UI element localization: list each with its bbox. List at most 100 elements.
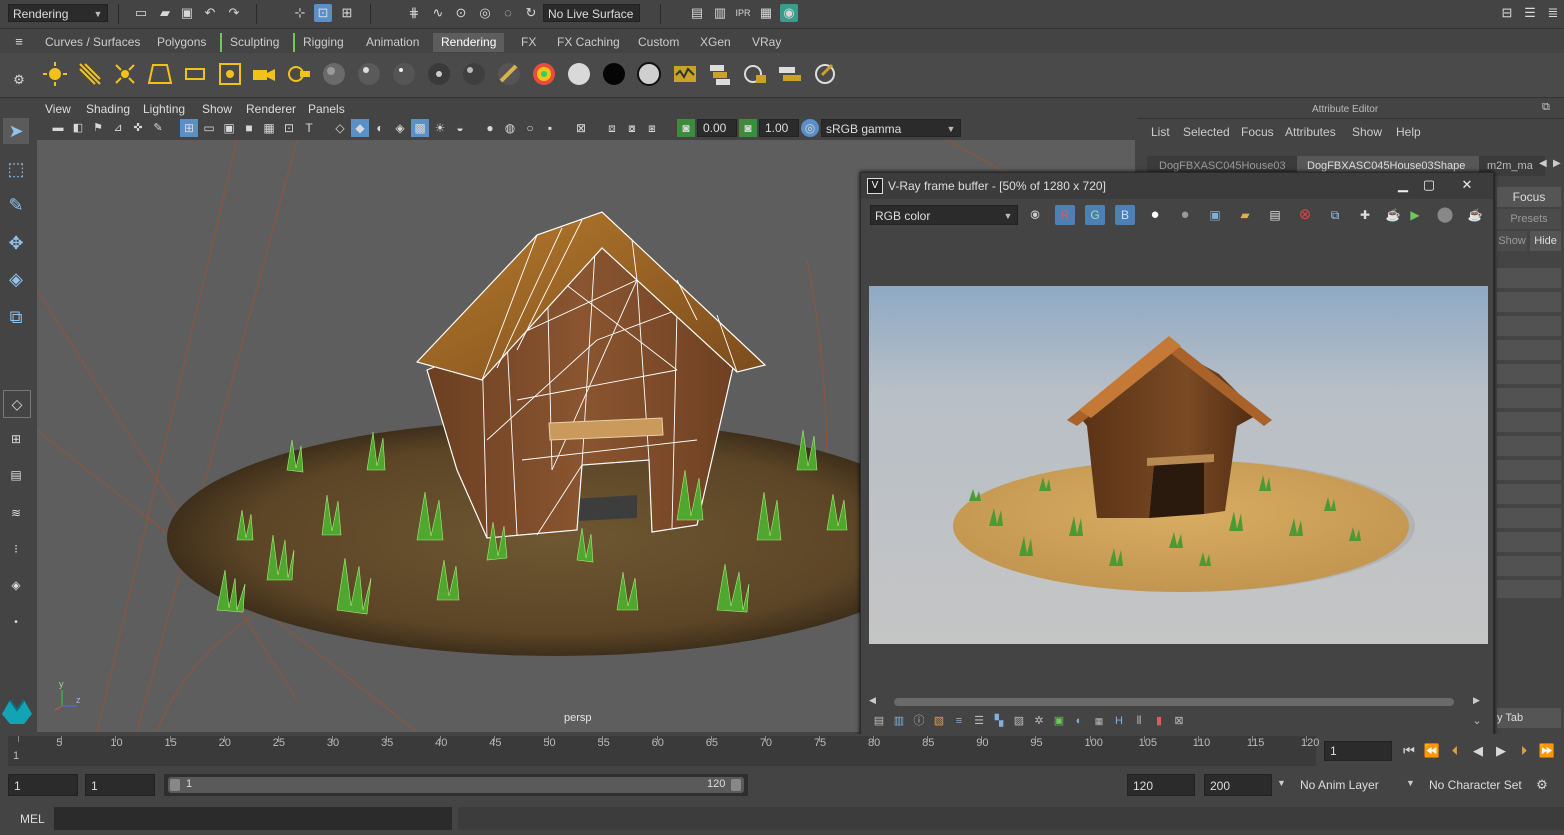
safe-title-icon[interactable]: T: [300, 119, 318, 137]
tab-animation[interactable]: Animation: [358, 33, 427, 52]
attribute-editor-toggle-icon[interactable]: ☰: [1521, 4, 1539, 22]
render-frame-icon[interactable]: ▥: [711, 4, 729, 22]
lambert-shader-icon[interactable]: [321, 61, 347, 87]
render-layers-icon[interactable]: [707, 61, 733, 87]
color-corrections-icon[interactable]: ▧: [930, 712, 948, 730]
step-forward-frame-icon[interactable]: ⏩: [1538, 742, 1556, 760]
redo-icon[interactable]: ↷: [225, 4, 243, 22]
surface-shader-icon[interactable]: [426, 61, 452, 87]
depth-of-field-icon[interactable]: ▪: [541, 119, 559, 137]
volume-light-icon[interactable]: [217, 61, 243, 87]
menu-set-dropdown[interactable]: Rendering ▼: [8, 4, 108, 22]
compare-icon[interactable]: ▮: [1150, 712, 1168, 730]
scroll-right-icon[interactable]: ▶: [1473, 695, 1480, 706]
animation-end-field[interactable]: 200: [1204, 774, 1272, 796]
viewport-menu-shading[interactable]: Shading: [86, 102, 130, 116]
expand-panel-icon[interactable]: ⌄: [1468, 712, 1486, 730]
snap-grid-icon[interactable]: ⋕: [405, 4, 423, 22]
persp-outliner-layout-icon[interactable]: ▤: [3, 462, 29, 488]
animation-start-field[interactable]: 1: [8, 774, 78, 796]
area-light-icon[interactable]: [182, 61, 208, 87]
render-settings-icon[interactable]: ▦: [757, 4, 775, 22]
layered-shader-icon[interactable]: [496, 61, 522, 87]
gate-mask-icon[interactable]: ■: [240, 119, 258, 137]
snap-surface-icon[interactable]: ◌: [499, 4, 517, 22]
maximize-icon[interactable]: ▢: [1417, 176, 1441, 194]
hypershade-icon[interactable]: ◉: [780, 4, 798, 22]
blue-channel-button[interactable]: B: [1115, 205, 1135, 225]
focus-button[interactable]: Focus: [1497, 187, 1561, 207]
play-backwards-icon[interactable]: ◀: [1469, 742, 1487, 760]
select-object-icon[interactable]: ⊡: [314, 4, 332, 22]
red-channel-button[interactable]: R: [1055, 205, 1075, 225]
render-history-icon[interactable]: ▥: [890, 712, 908, 730]
make-live-icon[interactable]: ↻: [522, 4, 540, 22]
grid-icon[interactable]: ⊞: [180, 119, 198, 137]
select-hierarchy-icon[interactable]: ⊹: [291, 4, 309, 22]
select-camera-icon[interactable]: ▬: [49, 119, 67, 137]
anti-aliasing-icon[interactable]: ○: [521, 119, 539, 137]
open-scene-icon[interactable]: ▰: [156, 4, 174, 22]
attr-menu-attributes[interactable]: Attributes: [1285, 125, 1336, 139]
info-icon[interactable]: ⓘ: [910, 712, 928, 730]
render-settings-shelf-icon[interactable]: [672, 61, 698, 87]
time-ruler[interactable]: 1 5 10 15 20 25 30 35 40 45 50 55 60 65 70 75 80 85 90 95 10…: [8, 736, 1319, 766]
blinn-shader-icon[interactable]: [356, 61, 382, 87]
move-tool-icon[interactable]: ✥: [3, 230, 29, 256]
modeling-toolkit-icon[interactable]: ⊟: [1498, 4, 1516, 22]
tab-rendering[interactable]: Rendering: [433, 33, 505, 52]
rotate-tool-icon[interactable]: ◈: [3, 266, 29, 292]
rendered-image[interactable]: [869, 286, 1488, 644]
view-transform-dropdown[interactable]: sRGB gamma ▼: [821, 119, 961, 137]
show-button[interactable]: Show: [1497, 231, 1527, 251]
safe-action-icon[interactable]: ⊡: [280, 119, 298, 137]
character-set-dropdown[interactable]: No Character Set: [1424, 774, 1528, 796]
exposure-field[interactable]: 0.00: [697, 119, 737, 137]
viewport-menu-panels[interactable]: Panels: [308, 102, 345, 116]
play-forwards-icon[interactable]: ▶: [1492, 742, 1510, 760]
grease-pencil-icon[interactable]: ✎: [149, 119, 167, 137]
step-back-key-icon[interactable]: ⏴: [1446, 742, 1464, 760]
histogram-icon[interactable]: ▚: [990, 712, 1008, 730]
shelf-settings-gear-icon[interactable]: ⚙: [10, 71, 28, 89]
directional-light-icon[interactable]: [77, 61, 103, 87]
animation-prefs-icon[interactable]: ⚙: [1533, 776, 1551, 794]
levels-icon[interactable]: ≡: [950, 712, 968, 730]
single-perspective-layout-icon[interactable]: ◇: [3, 390, 31, 418]
gamma-icon[interactable]: ◙: [739, 119, 757, 137]
shadows-icon[interactable]: ◒: [451, 119, 469, 137]
undo-icon[interactable]: ↶: [201, 4, 219, 22]
anisotropic-shader-icon[interactable]: [461, 61, 487, 87]
lut-icon[interactable]: ▦: [1090, 712, 1108, 730]
render-region-icon[interactable]: [812, 61, 838, 87]
white-swatch-icon[interactable]: [566, 61, 592, 87]
layout-menu-icon[interactable]: •: [3, 610, 29, 636]
black-swatch-icon[interactable]: [601, 61, 627, 87]
shelf-menu-icon[interactable]: ≡: [10, 33, 28, 51]
settings-gear-icon[interactable]: ✲: [1030, 712, 1048, 730]
vfb-title-bar[interactable]: V V-Ray frame buffer - [50% of 1280 x 72…: [861, 173, 1493, 199]
camera-aim-icon[interactable]: [286, 61, 312, 87]
scale-tool-icon[interactable]: ⧉: [3, 304, 29, 330]
camera-icon[interactable]: [251, 61, 277, 87]
viewport-menu-lighting[interactable]: Lighting: [143, 102, 185, 116]
step-forward-key-icon[interactable]: ⏵: [1515, 742, 1533, 760]
save-image-icon[interactable]: ▣: [1205, 205, 1225, 225]
attr-menu-selected[interactable]: Selected: [1183, 125, 1230, 139]
srgb-icon[interactable]: ◐: [1070, 712, 1088, 730]
hide-button[interactable]: Hide: [1530, 231, 1561, 251]
field-chart-icon[interactable]: ▦: [260, 119, 278, 137]
smooth-shade-icon[interactable]: ◆: [351, 119, 369, 137]
persp-graph-layout-icon[interactable]: ≋: [3, 500, 29, 526]
ocio-icon[interactable]: H: [1110, 712, 1128, 730]
tab-xgen[interactable]: XGen: [692, 33, 739, 52]
select-component-icon[interactable]: ⊞: [338, 4, 356, 22]
clear-x-icon[interactable]: ⊗: [1295, 205, 1315, 225]
isolate-select-icon[interactable]: ⊠: [572, 119, 590, 137]
attribute-sections-list[interactable]: [1497, 268, 1561, 598]
2d-pan-zoom-icon[interactable]: ✜: [129, 119, 147, 137]
current-frame-field[interactable]: 1: [1324, 741, 1392, 761]
tab-sculpting[interactable]: Sculpting: [220, 33, 287, 52]
anim-layer-dropdown[interactable]: No Anim Layer: [1295, 774, 1405, 796]
tab-rigging[interactable]: Rigging: [293, 33, 352, 52]
